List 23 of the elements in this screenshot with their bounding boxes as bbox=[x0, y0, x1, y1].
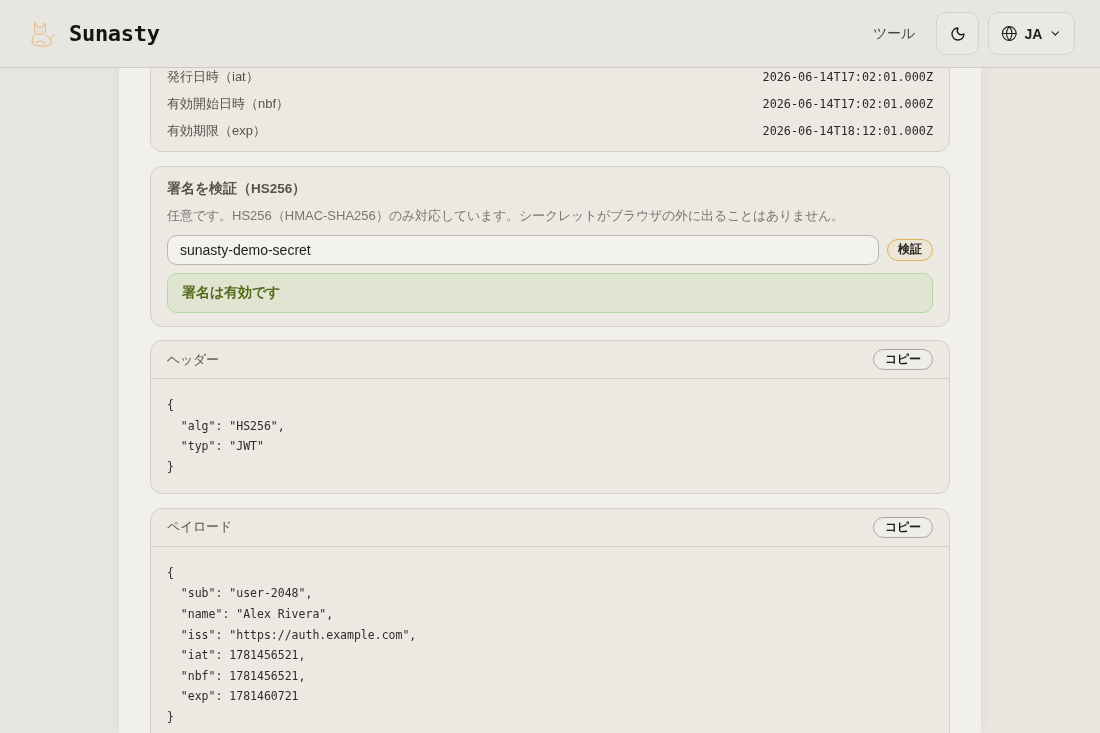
json-text: { "sub": "user-2048", "name": "Alex Rivera", "iss": "https://auth.example.com", "iat": 1781456521, "nbf": 1781456521, "exp": 1781460721 } bbox=[167, 564, 417, 727]
section-title: ヘッダー bbox=[167, 350, 219, 369]
claim-value: 2026-06-14T17:02:01.000Z bbox=[762, 69, 933, 84]
moon-icon bbox=[949, 25, 966, 42]
claim-label: 発行日時（iat） bbox=[167, 67, 259, 86]
card-title: 署名を検証（HS256） bbox=[167, 179, 308, 198]
tools-link[interactable]: ツール bbox=[873, 24, 915, 43]
claim-label: 有効開始日時（nbf） bbox=[167, 94, 290, 113]
brand-name: Sunasty bbox=[69, 21, 160, 46]
card-description: 任意です。HS256（HMAC-SHA256）のみ対応しています。シークレットがブラウザの外に出ることはありません。 bbox=[167, 206, 845, 225]
copy-button[interactable]: コピー bbox=[873, 349, 933, 370]
copy-button[interactable]: コピー bbox=[873, 516, 933, 538]
theme-toggle-button[interactable] bbox=[936, 12, 979, 55]
result-message: 署名は有効です bbox=[167, 272, 933, 313]
json-text: { "alg": "HS256", "typ": "JWT" } bbox=[167, 397, 285, 476]
claim-value: 2026-06-14T18:12:01.000Z bbox=[762, 123, 933, 138]
claim-label: 有効期限（exp） bbox=[167, 121, 266, 140]
secret-input-field[interactable]: sunasty-demo-secret bbox=[167, 234, 879, 265]
claim-value: 2026-06-14T17:02:01.000Z bbox=[762, 96, 933, 111]
section-title: ペイロード bbox=[167, 518, 232, 537]
verify-button[interactable]: 検証 bbox=[887, 238, 933, 261]
language-button[interactable]: JA bbox=[988, 12, 1075, 55]
globe-icon bbox=[1001, 25, 1018, 42]
